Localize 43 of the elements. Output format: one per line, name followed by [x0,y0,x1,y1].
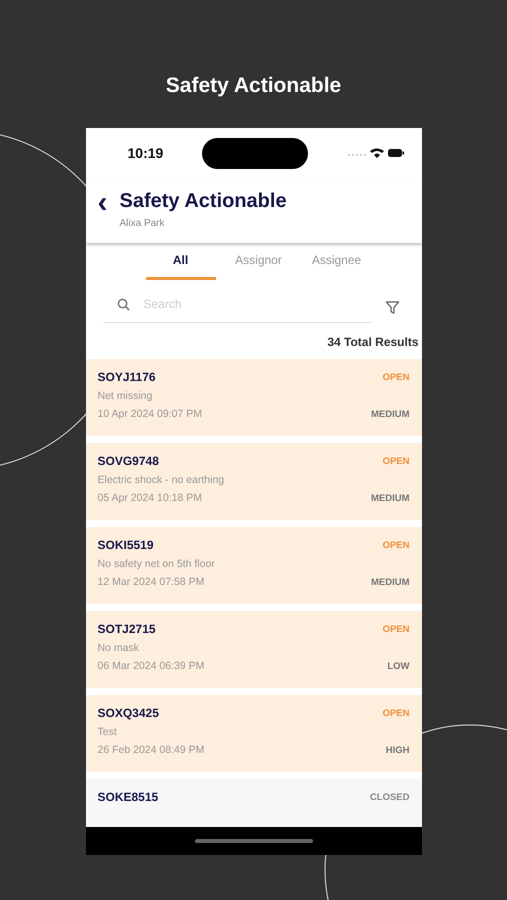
screen-title: Safety Actionable [120,190,287,213]
priority-label: MEDIUM [370,576,410,588]
page-title: Safety Actionable [166,74,342,98]
actionable-id: SOYJ1176 [98,370,156,384]
priority-label: MEDIUM [370,408,410,420]
priority-label: LOW [387,660,410,672]
actionable-description: Net missing [98,390,154,402]
status-time: 10:19 [128,145,164,161]
actionable-id: SOKE8515 [98,790,158,804]
actionable-card[interactable]: SOXQ3425 OPEN Test 26 Feb 2024 08:49 PM HIGH [86,695,422,772]
actionable-card[interactable]: SOYJ1176 OPEN Net missing 10 Apr 2024 09:07 PM MEDIUM [86,359,422,436]
actionable-card[interactable]: SOVG9748 OPEN Electric shock - no earthing 05 Apr 2024 10:18 PM MEDIUM [86,443,422,520]
actionable-description: Electric shock - no earthing [98,474,226,486]
priority-label: MEDIUM [370,492,410,504]
status-icons-drawing [348,147,404,159]
priority-label: HIGH [386,744,410,756]
actionable-card[interactable]: SOKI5519 OPEN No safety net on 5th floor 12 Mar 2024 07:58 PM MEDIUM [86,527,422,604]
actionable-id: SOXQ3425 [98,706,159,720]
actionable-id: SOKI5519 [98,538,154,552]
filter-icon[interactable] [384,300,400,315]
actionable-description: No safety net on 5th floor [98,558,216,570]
actionable-card[interactable]: SOKE8515 CLOSED [86,779,422,827]
status-label: OPEN [382,456,410,466]
status-label: CLOSED [370,792,410,802]
actionable-date: 26 Feb 2024 08:49 PM [98,744,204,756]
actionable-date: 12 Mar 2024 07:58 PM [98,576,204,588]
site-name: Alixa Park [120,218,166,229]
status-label: OPEN [382,708,410,718]
actionable-date: 10 Apr 2024 09:07 PM [98,408,202,420]
results-count: 34 Total Results [326,334,420,351]
status-label: OPEN [382,540,410,550]
actionable-id: SOTJ2715 [98,622,156,636]
search-icon [116,298,130,310]
actionable-description: Test [98,726,118,738]
status-label: OPEN [382,372,410,382]
actionable-card[interactable]: SOTJ2715 OPEN No mask 06 Mar 2024 06:39 PM LOW [86,611,422,688]
actionable-date: 05 Apr 2024 10:18 PM [98,492,202,504]
status-label: OPEN [382,624,410,634]
back-button[interactable]: ‹ [94,190,108,216]
actionable-id: SOVG9748 [98,454,159,468]
tab[interactable]: All [146,253,216,280]
actionable-date: 06 Mar 2024 06:39 PM [98,660,204,672]
actionable-description: No mask [98,642,140,654]
